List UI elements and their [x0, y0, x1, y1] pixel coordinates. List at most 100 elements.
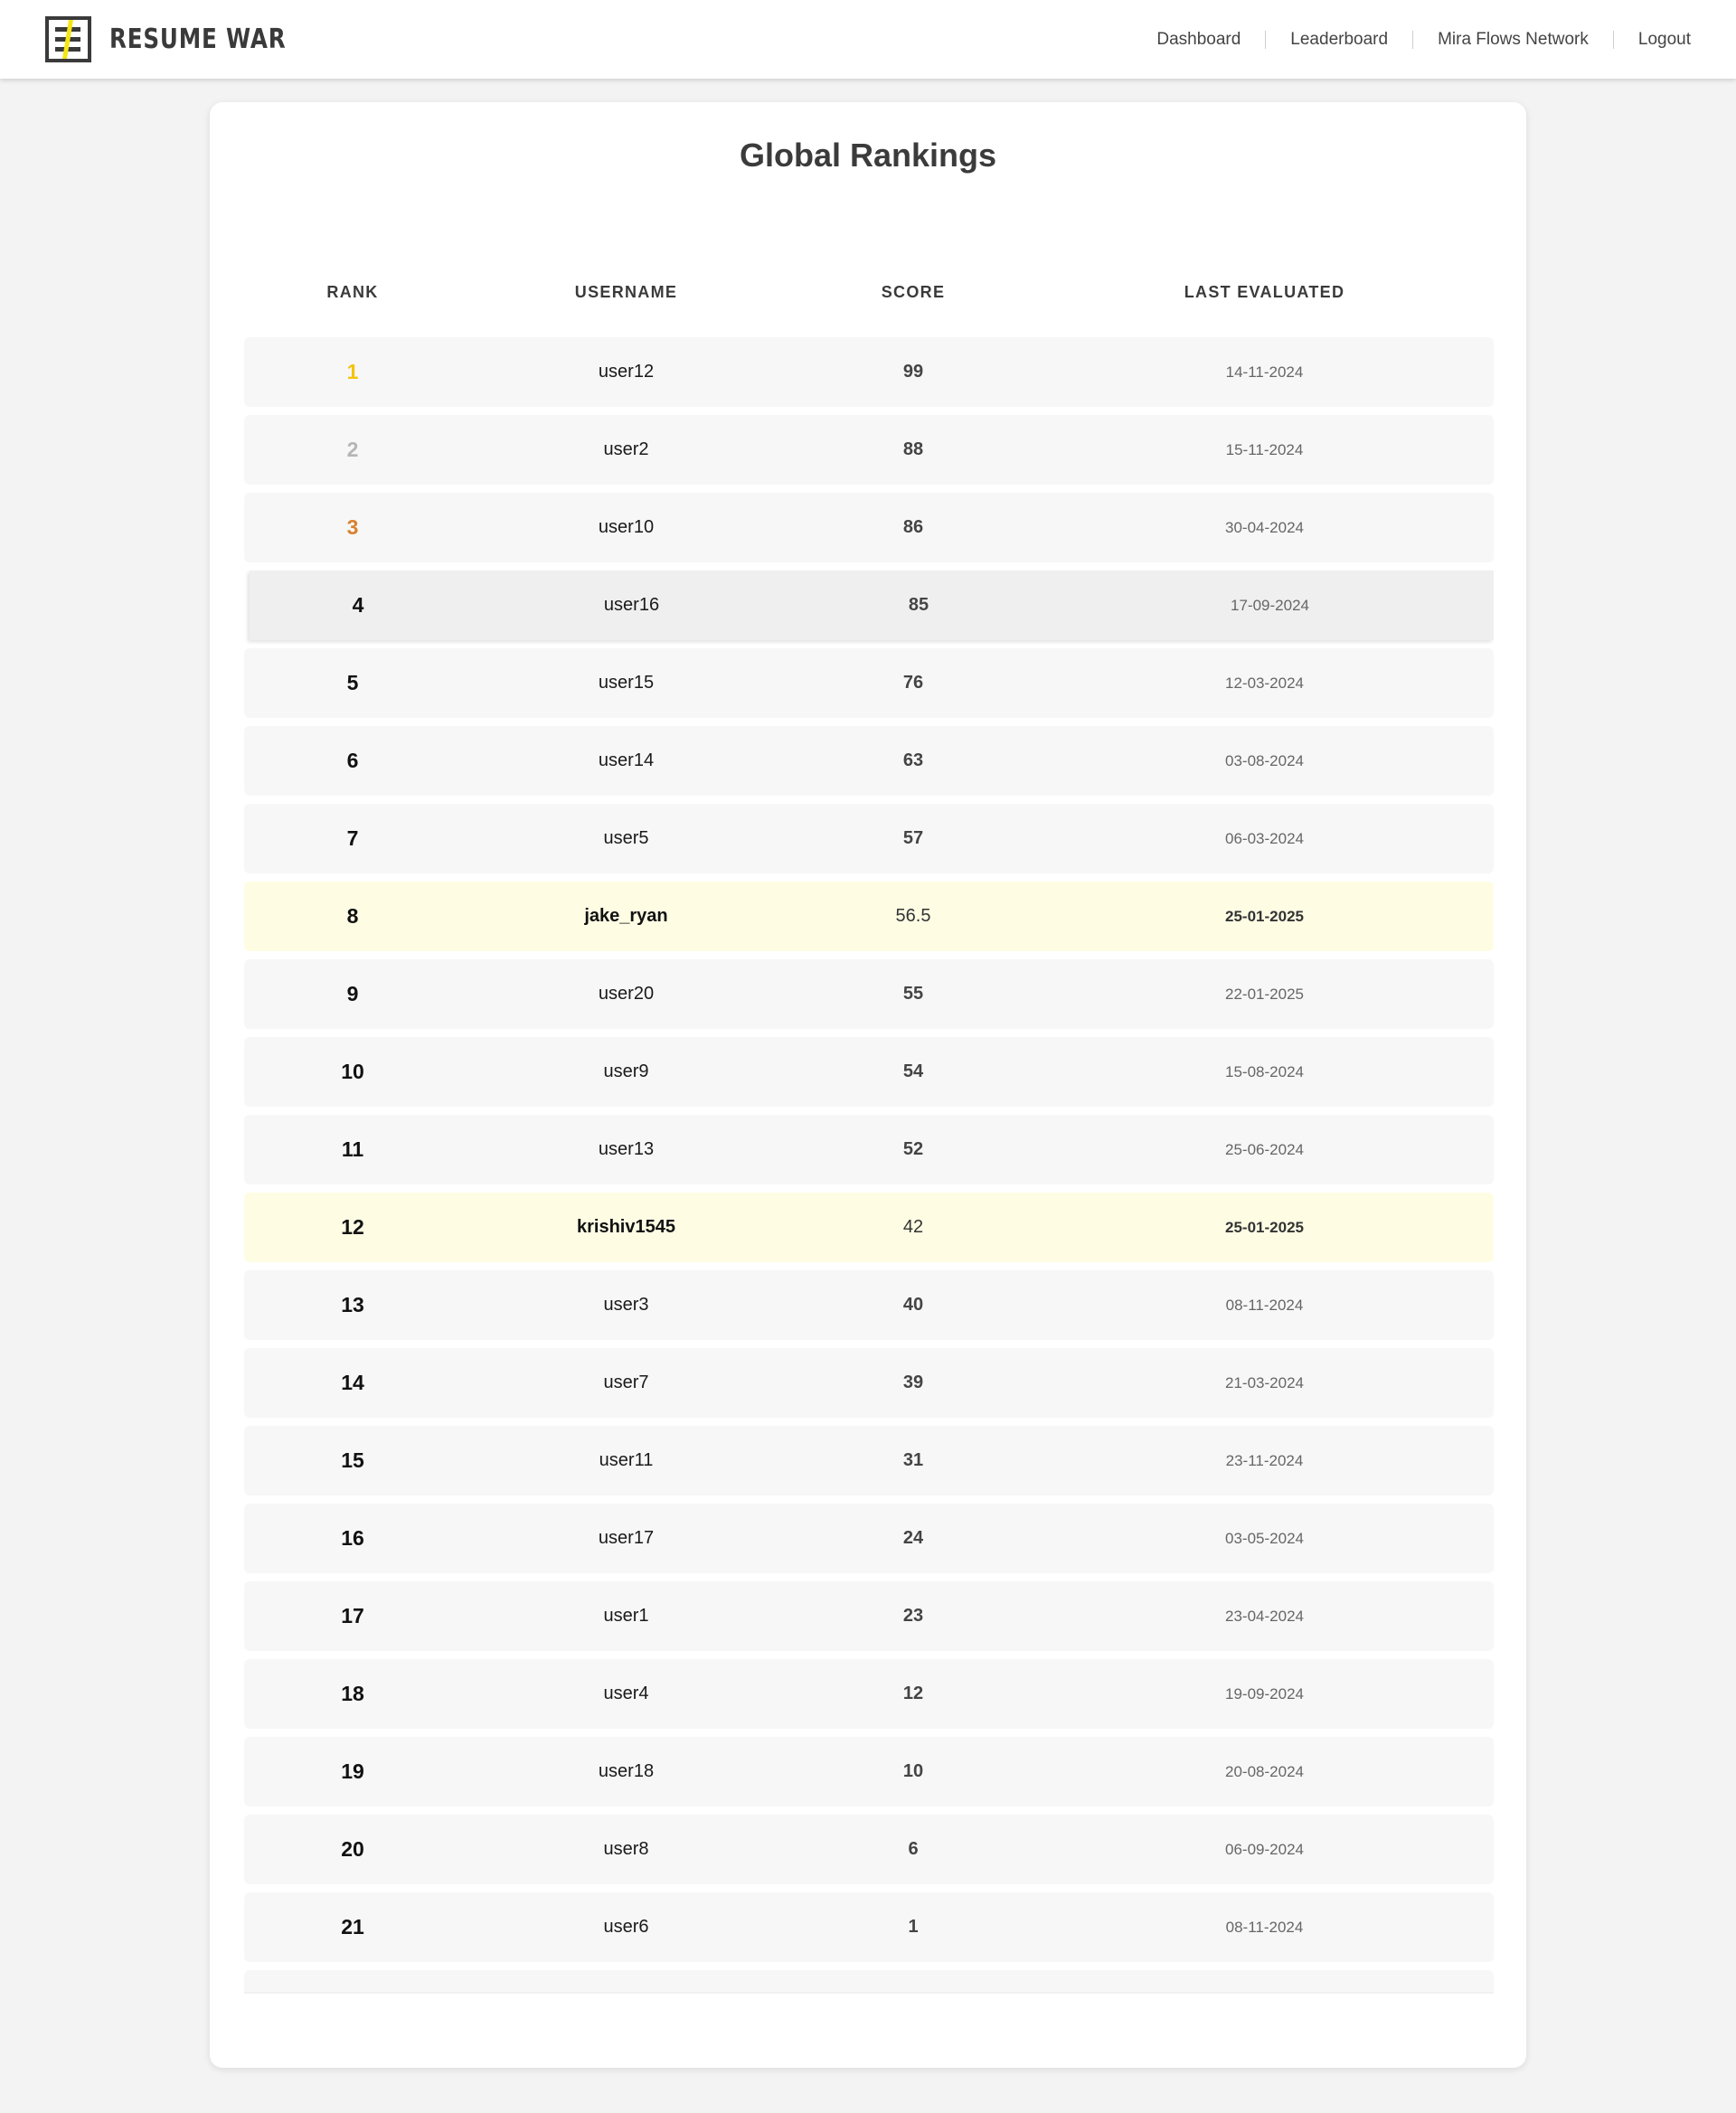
score-cell: 54 [902, 1061, 924, 1081]
table-row[interactable]: 22user19113-05-2024 [244, 1970, 1494, 1994]
score-cell: 6 [908, 1839, 919, 1859]
rankings-table[interactable]: RANK USERNAME SCORE LAST EVALUATED 1 user… [244, 247, 1494, 1994]
table-body: 1 user12 99 14-11-2024 2 user2 88 15-11-2024 3 us… [244, 337, 1494, 1994]
page-title: Global Rankings [739, 137, 997, 174]
last-evaluated-cell: 08-11-2024 [1225, 1297, 1304, 1314]
rank-cell: 1 [346, 360, 359, 383]
username-cell: krishiv1545 [577, 1217, 675, 1237]
username-cell: user9 [603, 1061, 649, 1081]
score-cell: 55 [902, 984, 924, 1004]
table-row[interactable]: 4 user16 85 17-09-2024 [250, 571, 1494, 640]
table-row[interactable]: 5 user15 76 12-03-2024 [244, 648, 1494, 718]
nav-link-leaderboard[interactable]: Leaderboard [1290, 30, 1388, 50]
username-cell: user10 [598, 517, 655, 537]
nav-links: Dashboard Leaderboard Mira Flows Network… [1156, 30, 1691, 50]
username-cell: user11 [599, 1450, 654, 1470]
rank-cell: 21 [341, 1915, 364, 1938]
username-cell: user15 [598, 673, 655, 693]
nav-link-dashboard[interactable]: Dashboard [1156, 30, 1241, 50]
score-cell: 63 [902, 750, 924, 770]
chevron-left-icon[interactable]: ◀ [244, 1992, 260, 1994]
table-row[interactable]: 15 user11 31 23-11-2024 [244, 1426, 1494, 1495]
score-cell: 40 [902, 1295, 924, 1315]
table-row[interactable]: 11 user13 52 25-06-2024 [244, 1115, 1494, 1184]
table-row[interactable]: 3 user10 86 30-04-2024 [244, 493, 1494, 562]
score-cell: 56.5 [895, 906, 931, 926]
score-cell: 39 [902, 1373, 924, 1392]
last-evaluated-cell: 13-05-2024 [1035, 1970, 1494, 1994]
rank-cell: 2 [346, 438, 359, 461]
username-cell: user8 [603, 1839, 649, 1859]
last-evaluated-cell: 25-01-2025 [1225, 1219, 1304, 1236]
table-row[interactable]: 10 user9 54 15-08-2024 [244, 1037, 1494, 1107]
last-evaluated-cell: 20-08-2024 [1225, 1763, 1304, 1780]
username-cell: user20 [598, 984, 655, 1004]
table-row[interactable]: 7 user5 57 06-03-2024 [244, 804, 1494, 873]
column-header-rank: RANK [326, 283, 379, 301]
table-row[interactable]: 17 user1 23 23-04-2024 [244, 1581, 1494, 1651]
score-cell: 85 [908, 595, 929, 615]
rank-cell: 9 [346, 982, 359, 1005]
nav-divider [1265, 30, 1267, 49]
table-row-current-user[interactable]: 8 jake_ryan 56.5 25-01-2025 [244, 882, 1494, 951]
last-evaluated-cell: 23-11-2024 [1225, 1452, 1304, 1469]
score-cell: 86 [902, 517, 924, 537]
column-header-score: SCORE [881, 283, 946, 301]
table-row[interactable]: 19 user18 10 20-08-2024 [244, 1737, 1494, 1806]
score-cell: 23 [902, 1606, 924, 1626]
score-cell: 99 [902, 362, 924, 382]
table-row[interactable]: 16 user17 24 03-05-2024 [244, 1504, 1494, 1573]
last-evaluated-cell: 22-01-2025 [1225, 986, 1304, 1003]
column-header-last-evaluated: LAST EVALUATED [1184, 283, 1345, 301]
username-cell: user5 [603, 828, 649, 848]
rank-cell: 13 [341, 1293, 364, 1316]
username-cell: user19 [461, 1970, 791, 1994]
table-row[interactable]: 13 user3 40 08-11-2024 [244, 1270, 1494, 1340]
nav-link-logout[interactable]: Logout [1638, 30, 1691, 50]
table-row[interactable]: 9 user20 55 22-01-2025 [244, 959, 1494, 1029]
rank-cell: 6 [346, 749, 359, 772]
horizontal-scrollbar[interactable]: ◀ ▶ [244, 1992, 1494, 1994]
last-evaluated-cell: 23-04-2024 [1225, 1608, 1304, 1625]
username-cell: user6 [603, 1917, 649, 1937]
score-cell: 31 [902, 1450, 924, 1470]
rank-cell: 16 [341, 1526, 364, 1550]
rank-cell: 11 [341, 1137, 364, 1161]
last-evaluated-cell: 06-09-2024 [1225, 1841, 1304, 1858]
column-header-username: USERNAME [574, 283, 678, 301]
username-cell: user2 [603, 439, 649, 459]
score-cell: 52 [902, 1139, 924, 1159]
rank-cell: 4 [352, 593, 364, 617]
score-cell: 10 [902, 1761, 924, 1781]
table-row-current-user[interactable]: 12 krishiv1545 42 25-01-2025 [244, 1193, 1494, 1262]
last-evaluated-cell: 08-11-2024 [1225, 1919, 1304, 1936]
rank-cell: 8 [346, 904, 359, 928]
table-row[interactable]: 6 user14 63 03-08-2024 [244, 726, 1494, 796]
username-cell: user4 [603, 1684, 649, 1703]
table-row[interactable]: 20 user8 6 06-09-2024 [244, 1815, 1494, 1884]
last-evaluated-cell: 12-03-2024 [1225, 674, 1304, 692]
username-cell: user1 [603, 1606, 649, 1626]
score-cell: 57 [902, 828, 924, 848]
table-row[interactable]: 1 user12 99 14-11-2024 [244, 337, 1494, 407]
table-row[interactable]: 18 user4 12 19-09-2024 [244, 1659, 1494, 1729]
chevron-right-icon[interactable]: ▶ [1477, 1992, 1494, 1994]
username-cell: user17 [598, 1528, 655, 1548]
score-cell: 12 [902, 1684, 924, 1703]
table-row[interactable]: 21 user6 1 08-11-2024 [244, 1892, 1494, 1962]
last-evaluated-cell: 25-01-2025 [1225, 908, 1304, 925]
rank-cell: 12 [341, 1215, 364, 1239]
resume-war-logo-icon [45, 16, 91, 62]
username-cell: user14 [598, 750, 655, 770]
last-evaluated-cell: 30-04-2024 [1225, 519, 1304, 536]
rank-cell: 14 [341, 1371, 364, 1394]
last-evaluated-cell: 17-09-2024 [1231, 597, 1309, 614]
logo[interactable]: RESUME WAR [45, 16, 325, 62]
username-cell: user18 [598, 1761, 655, 1781]
last-evaluated-cell: 25-06-2024 [1225, 1141, 1304, 1158]
table-row[interactable]: 2 user2 88 15-11-2024 [244, 415, 1494, 485]
table-row[interactable]: 14 user7 39 21-03-2024 [244, 1348, 1494, 1418]
username-cell: user16 [603, 595, 660, 615]
nav-link-mira-flows-network[interactable]: Mira Flows Network [1438, 30, 1589, 50]
username-cell: user7 [603, 1373, 649, 1392]
